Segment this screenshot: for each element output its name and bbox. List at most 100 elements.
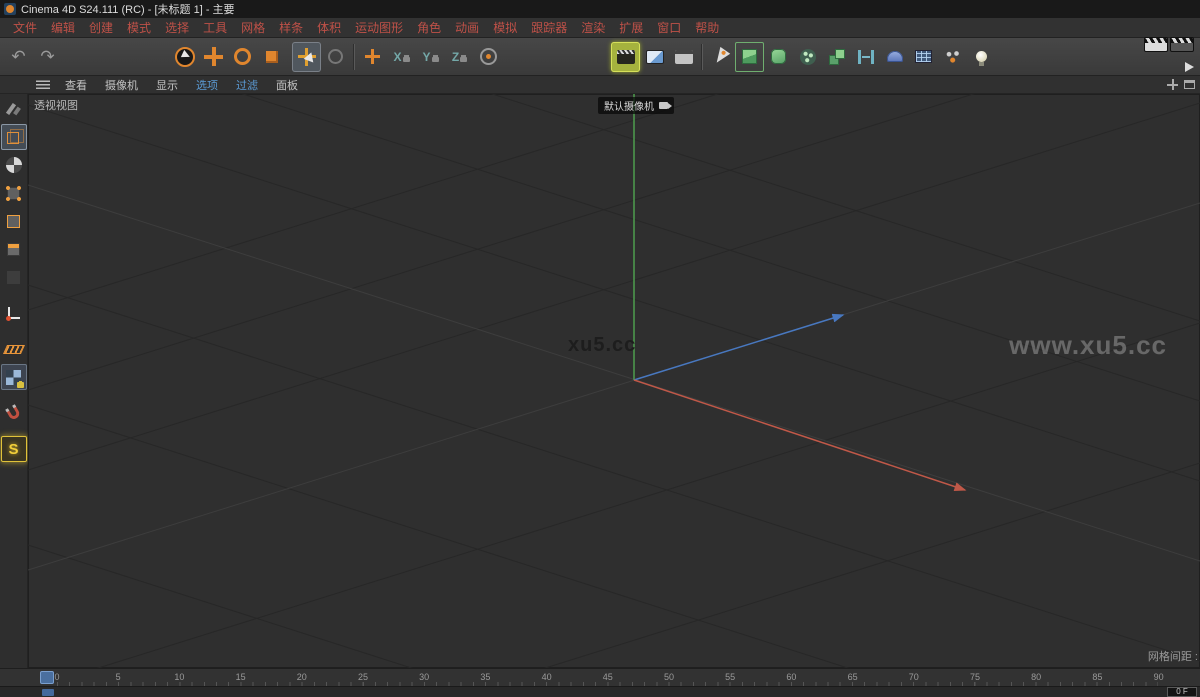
point-mode-button[interactable] <box>1 180 27 206</box>
menu-选择[interactable]: 选择 <box>158 19 196 36</box>
timeline-tick-35: 35 <box>480 672 490 682</box>
viewport-menu-hamburger-icon[interactable] <box>36 80 50 89</box>
lock-x-axis-button[interactable]: X <box>387 42 416 72</box>
active-tool-button[interactable] <box>292 42 321 72</box>
lock-y-axis-button[interactable]: Y <box>416 42 445 72</box>
view-label[interactable]: 透视视图 <box>34 97 78 113</box>
menu-帮助[interactable]: 帮助 <box>688 19 726 36</box>
world-axis-x <box>634 380 965 490</box>
timeline-tick-5: 5 <box>116 672 121 682</box>
live-selection-icon <box>175 47 195 67</box>
menu-文件[interactable]: 文件 <box>6 19 44 36</box>
render-settings-button[interactable] <box>669 42 698 72</box>
coordinate-system-button[interactable] <box>474 42 503 72</box>
menu-模式[interactable]: 模式 <box>120 19 158 36</box>
menu-跟踪器[interactable]: 跟踪器 <box>524 19 574 36</box>
viewport-menu-查看[interactable]: 查看 <box>56 77 96 93</box>
add-light-icon <box>976 51 987 62</box>
menu-模拟[interactable]: 模拟 <box>486 19 524 36</box>
scale-tool-icon <box>266 51 278 63</box>
menu-扩展[interactable]: 扩展 <box>612 19 650 36</box>
timeline-handle-small[interactable] <box>42 689 54 696</box>
viewport-maximize-icon[interactable] <box>1184 80 1195 89</box>
app-logo-icon <box>4 3 16 15</box>
pen-spline-icon <box>711 47 729 66</box>
undo-button[interactable] <box>4 42 33 72</box>
tweak-mode-button[interactable] <box>1 264 27 290</box>
timeline-ruler[interactable]: 051015202530354045505560657075808590 <box>0 668 1200 686</box>
menu-工具[interactable]: 工具 <box>196 19 234 36</box>
last-used-tool-button[interactable] <box>321 42 350 72</box>
viewport-menu-过滤[interactable]: 过滤 <box>227 77 267 93</box>
viewport-menu-选项[interactable]: 选项 <box>187 77 227 93</box>
camera-icon <box>659 102 668 109</box>
menu-运动图形[interactable]: 运动图形 <box>348 19 410 36</box>
add-object-button[interactable] <box>358 42 387 72</box>
redo-button[interactable] <box>33 42 62 72</box>
add-cube-icon <box>742 49 757 64</box>
add-light-button[interactable] <box>967 42 996 72</box>
lock-z-axis-icon: Z <box>452 50 467 64</box>
main-area: S <box>0 94 1200 668</box>
lock-workplane-button[interactable] <box>1 364 27 390</box>
timeline-tick-20: 20 <box>297 672 307 682</box>
quantize-snap-button[interactable]: S <box>1 436 27 462</box>
add-deformer-button[interactable] <box>851 42 880 72</box>
move-tool-button[interactable] <box>199 42 228 72</box>
polygon-mode-button[interactable] <box>1 236 27 262</box>
timeline-tick-85: 85 <box>1092 672 1102 682</box>
workplane-mode-button[interactable] <box>1 336 27 362</box>
viewport-menu-摄像机[interactable]: 摄像机 <box>96 77 147 93</box>
add-cloner-button[interactable] <box>822 42 851 72</box>
menu-角色[interactable]: 角色 <box>410 19 448 36</box>
viewport-corner-controls <box>1167 79 1200 90</box>
add-particles-button[interactable] <box>938 42 967 72</box>
lock-z-axis-button[interactable]: Z <box>445 42 474 72</box>
add-cloner-icon <box>829 49 845 65</box>
timeline-tick-15: 15 <box>236 672 246 682</box>
render-view-button[interactable] <box>611 42 640 72</box>
add-field-button[interactable] <box>909 42 938 72</box>
camera-label-chip[interactable]: 默认摄像机 <box>598 97 674 114</box>
menu-编辑[interactable]: 编辑 <box>44 19 82 36</box>
toolbar-separator <box>701 44 703 70</box>
timeline-tick-10: 10 <box>174 672 184 682</box>
menu-创建[interactable]: 创建 <box>82 19 120 36</box>
texture-mode-button[interactable] <box>1 152 27 178</box>
clapboard-2-button[interactable] <box>1170 37 1194 57</box>
menu-窗口[interactable]: 窗口 <box>650 19 688 36</box>
viewport-menu-面板[interactable]: 面板 <box>267 77 307 93</box>
enable-snap-button[interactable] <box>1 400 27 426</box>
menu-网格[interactable]: 网格 <box>234 19 272 36</box>
add-cube-button[interactable] <box>735 42 764 72</box>
menu-动画[interactable]: 动画 <box>448 19 486 36</box>
viewport-menu-显示[interactable]: 显示 <box>147 77 187 93</box>
watermark-center: xu5.cc <box>568 334 636 357</box>
make-editable-button[interactable] <box>1 96 27 122</box>
live-selection-button[interactable] <box>170 42 199 72</box>
timeline-tick-40: 40 <box>542 672 552 682</box>
viewport[interactable]: 透视视图 默认摄像机 xu5.cc www.xu5.cc 网格间距 : <box>28 94 1200 668</box>
pen-spline-button[interactable] <box>706 42 735 72</box>
rotate-tool-button[interactable] <box>228 42 257 72</box>
add-environment-button[interactable] <box>880 42 909 72</box>
menu-样条[interactable]: 样条 <box>272 19 310 36</box>
viewport-menu-items: 查看摄像机显示选项过滤面板 <box>56 77 307 93</box>
play-button[interactable] <box>1185 59 1194 77</box>
clapboard-1-button[interactable] <box>1144 37 1168 57</box>
model-mode-button[interactable] <box>1 124 27 150</box>
timeline-tick-25: 25 <box>358 672 368 682</box>
edge-mode-button[interactable] <box>1 208 27 234</box>
menu-渲染[interactable]: 渲染 <box>574 19 612 36</box>
axis-mode-button[interactable] <box>1 300 27 326</box>
toolbar: XYZ <box>0 38 1200 76</box>
timeline-handle[interactable] <box>40 671 54 684</box>
scale-tool-button[interactable] <box>257 42 286 72</box>
menu-体积[interactable]: 体积 <box>310 19 348 36</box>
current-frame-box[interactable]: 0 F <box>1167 687 1197 697</box>
render-picture-viewer-button[interactable] <box>640 42 669 72</box>
viewport-pan-icon[interactable] <box>1167 79 1178 90</box>
add-subdivision-surface-button[interactable] <box>764 42 793 72</box>
add-volume-button[interactable] <box>793 42 822 72</box>
timeline-tick-0: 0 <box>54 672 59 682</box>
